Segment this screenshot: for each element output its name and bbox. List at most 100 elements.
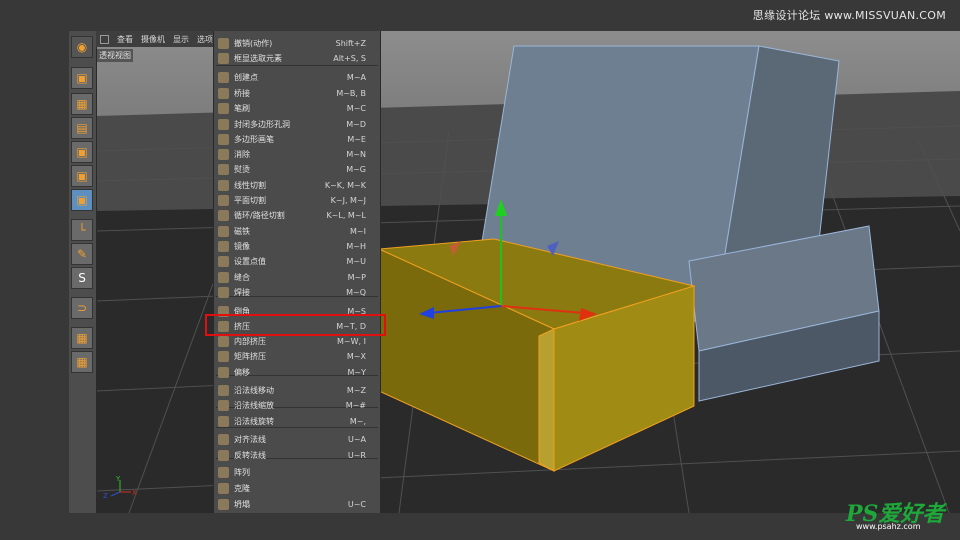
menu-item[interactable]: 框显选取元素 Alt+S, S: [214, 51, 380, 66]
menu-item[interactable]: 沿法线旋转 M~,: [214, 414, 380, 429]
menu-item-label: 多边形画笔: [234, 135, 274, 144]
menu-item-label: 平面切割: [234, 196, 266, 205]
axis-y-label: Y: [115, 475, 121, 483]
menu-item-label: 对齐法线: [234, 435, 266, 444]
menu-item[interactable]: 线性切割 K~K, M~K: [214, 178, 380, 193]
menu-item-label: 偏移: [234, 368, 250, 377]
menu-item-label: 消除: [234, 150, 250, 159]
menu-display[interactable]: 显示: [173, 34, 189, 45]
menu-item-shortcut: M~Y: [347, 368, 367, 377]
menu-item[interactable]: 镜像 M~H: [214, 239, 380, 254]
menu-item[interactable]: 消除 M~N: [214, 147, 380, 162]
cinema4d-window: ◉ ▣ ▦ ▤ ▣ ▣ ▣ └ ✎ S ⊃ ▦ ▦ 查看 摄像机 显示 选项 透…: [69, 31, 960, 513]
clone-icon: [218, 483, 229, 494]
model-mode-button[interactable]: ▣: [71, 67, 93, 89]
grid-button[interactable]: ▦: [71, 351, 93, 373]
menu-item-label: 缝合: [234, 273, 250, 282]
menu-item[interactable]: 创建点 M~A: [214, 70, 380, 85]
menu-item-label: 设置点值: [234, 257, 266, 266]
tweak-mode-button[interactable]: ✎: [71, 243, 93, 265]
menu-item[interactable]: 克隆: [214, 481, 380, 496]
edges-mode-button[interactable]: ▣: [71, 165, 93, 187]
stitch-icon: [218, 272, 229, 283]
viewport-header: 查看 摄像机 显示 选项: [96, 31, 220, 47]
bridge-icon: [218, 88, 229, 99]
menu-item[interactable]: 循环/路径切割 K~L, M~L: [214, 208, 380, 223]
create-point-icon: [218, 72, 229, 83]
menu-item-label: 桥接: [234, 89, 250, 98]
menu-item-label: 矩阵挤压: [234, 352, 266, 361]
workplane-lock-button[interactable]: ▦: [71, 327, 93, 349]
menu-item-label: 笔刷: [234, 104, 250, 113]
menu-item[interactable]: 磁铁 M~I: [214, 224, 380, 239]
normal-move-icon: [218, 385, 229, 396]
menu-item-label: 撤销(动作): [234, 39, 273, 48]
menu-item-label: 坍塌: [234, 500, 250, 509]
menu-item-shortcut: M~W, I: [337, 337, 366, 346]
menu-item[interactable]: 阵列: [214, 465, 380, 480]
collapse-icon: [218, 499, 229, 510]
menu-item[interactable]: 平面切割 K~J, M~J: [214, 193, 380, 208]
menu-item[interactable]: 熨烫 M~G: [214, 162, 380, 177]
menu-item-label: 沿法线移动: [234, 386, 274, 395]
axis-mode-button[interactable]: └: [71, 219, 93, 241]
menu-options[interactable]: 选项: [197, 34, 213, 45]
menu-item-shortcut: M~H: [346, 242, 366, 251]
menu-camera[interactable]: 摄像机: [141, 34, 165, 45]
menu-item[interactable]: 对齐法线 U~A: [214, 432, 380, 447]
menu-item-label: 内部挤压: [234, 337, 266, 346]
menu-item[interactable]: 偏移 M~Y: [214, 365, 380, 380]
menu-item-label: 反转法线: [234, 451, 266, 460]
dissolve-icon: [218, 149, 229, 160]
menu-item[interactable]: 封闭多边形孔洞 M~D: [214, 117, 380, 132]
menu-item[interactable]: 坍塌 U~C: [214, 497, 380, 512]
mesh-context-menu: 撤销(动作) Shift+Z 框显选取元素 Alt+S, S 创建点 M~A 桥接 M~B, …: [213, 31, 381, 513]
points-mode-button[interactable]: ▣: [71, 141, 93, 163]
line-cut-icon: [218, 180, 229, 191]
menu-item-label: 镜像: [234, 242, 250, 251]
menu-item[interactable]: 设置点值 M~U: [214, 254, 380, 269]
menu-item[interactable]: 内部挤压 M~W, I: [214, 334, 380, 349]
menu-item-shortcut: M~Q: [346, 288, 366, 297]
menu-item-label: 封闭多边形孔洞: [234, 120, 290, 129]
reverse-normals-icon: [218, 450, 229, 461]
menu-item[interactable]: 沿法线缩放 M~#: [214, 398, 380, 413]
set-point-value-icon: [218, 256, 229, 267]
loop-cut-icon: [218, 210, 229, 221]
magnet-tool-button[interactable]: ⊃: [71, 297, 93, 319]
magnet-icon: [218, 226, 229, 237]
menu-item-shortcut: U~A: [347, 435, 366, 444]
menu-item-shortcut: M~E: [347, 135, 366, 144]
menu-item[interactable]: 桥接 M~B, B: [214, 86, 380, 101]
frame-selection-icon: [218, 53, 229, 64]
menu-item[interactable]: 笔刷 M~C: [214, 101, 380, 116]
c4d-logo-icon: ◉: [71, 36, 93, 58]
menu-item-label: 循环/路径切割: [234, 211, 285, 220]
align-normals-icon: [218, 434, 229, 445]
workplane-button[interactable]: ▤: [71, 117, 93, 139]
menu-item-label: 框显选取元素: [234, 54, 282, 63]
menu-item[interactable]: 多边形画笔 M~E: [214, 132, 380, 147]
menu-item-shortcut: M~Z: [346, 386, 366, 395]
snap-button[interactable]: S: [71, 267, 93, 289]
iron-icon: [218, 164, 229, 175]
viewport-toggle-icon[interactable]: [100, 34, 109, 44]
menu-item[interactable]: 反转法线 U~R: [214, 448, 380, 463]
menu-item[interactable]: 缝合 M~P: [214, 270, 380, 285]
brush-icon: [218, 103, 229, 114]
menu-view[interactable]: 查看: [117, 34, 133, 45]
menu-item[interactable]: 焊接 M~Q: [214, 285, 380, 300]
menu-item-shortcut: M~B, B: [336, 89, 366, 98]
menu-item[interactable]: 撤销(动作) Shift+Z: [214, 36, 380, 51]
axis-indicator: Y Z X: [103, 475, 137, 500]
menu-item[interactable]: 矩阵挤压 M~X: [214, 349, 380, 364]
menu-item-label: 克隆: [234, 484, 250, 493]
texture-mode-button[interactable]: ▦: [71, 93, 93, 115]
menu-item-label: 阵列: [234, 468, 250, 477]
menu-item-label: 创建点: [234, 73, 258, 82]
polygons-mode-button[interactable]: ▣: [71, 189, 93, 211]
menu-item-shortcut: M~X: [346, 352, 366, 361]
menu-item[interactable]: 沿法线移动 M~Z: [214, 383, 380, 398]
menu-item-label: 沿法线缩放: [234, 401, 274, 410]
mirror-icon: [218, 241, 229, 252]
